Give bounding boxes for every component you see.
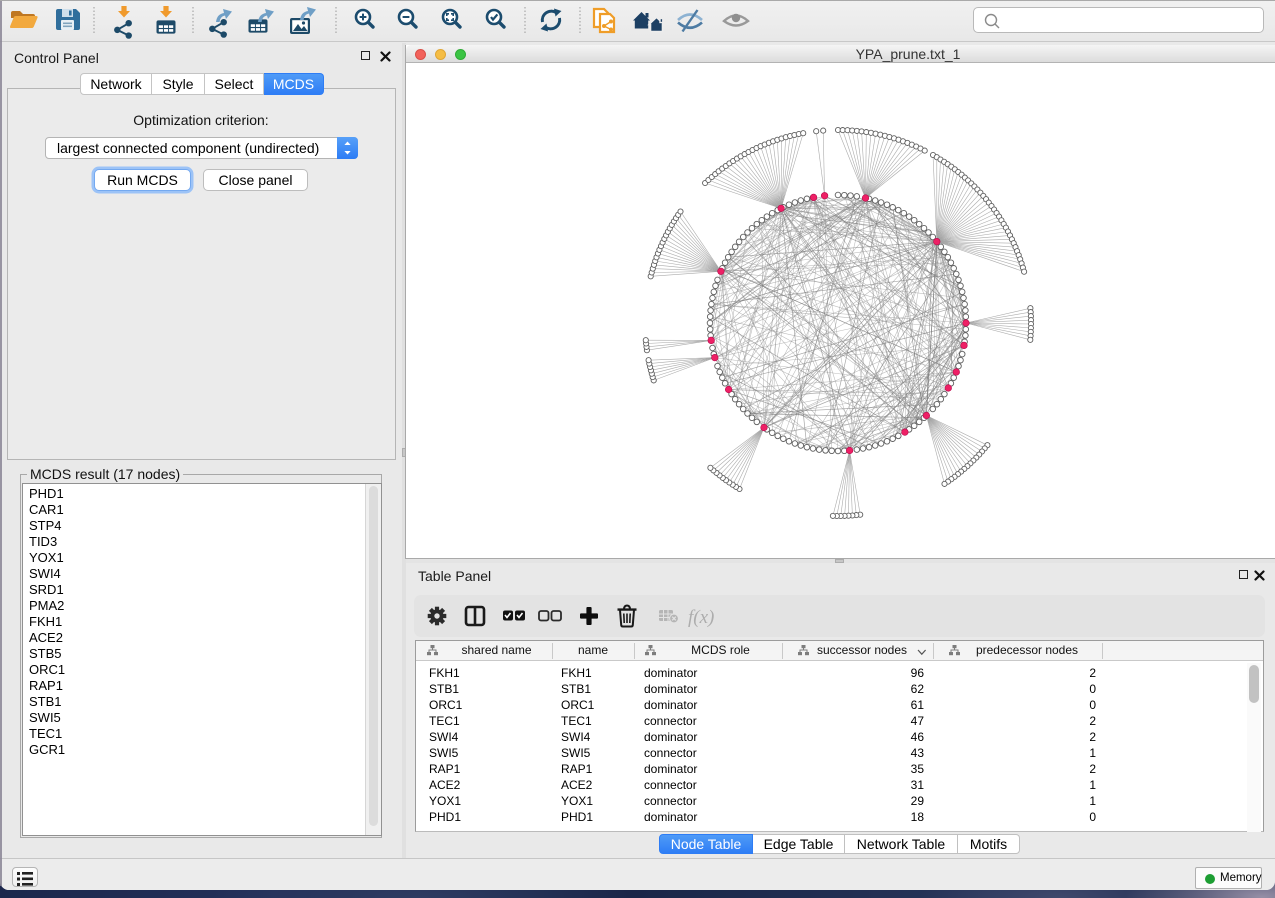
svg-text:f(x): f(x) — [688, 607, 714, 628]
